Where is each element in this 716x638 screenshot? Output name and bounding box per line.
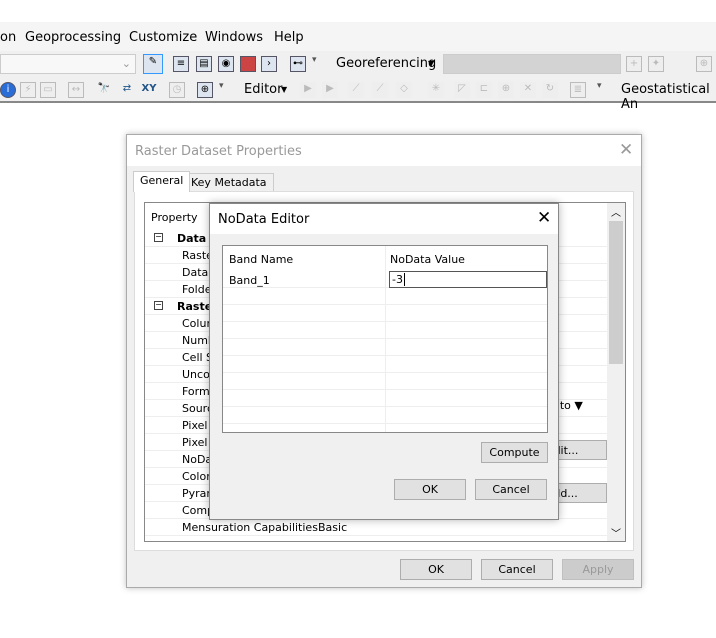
search-window-icon[interactable]: ◉ xyxy=(218,56,234,72)
toolbar-grip[interactable]: ▾ xyxy=(312,55,320,73)
find-icon[interactable]: 🔭 xyxy=(96,82,112,98)
editor-menu[interactable]: Editor xyxy=(244,82,282,97)
scroll-up-icon[interactable]: ︿ xyxy=(611,204,621,219)
nodata-editor-dialog: NoData Editor ✕ Band Name NoData Value B… xyxy=(209,203,559,520)
cut-polygons-icon[interactable]: ⊕ xyxy=(498,82,514,98)
toolbar-grip[interactable]: ▾ xyxy=(597,81,605,99)
close-icon[interactable]: ✕ xyxy=(537,210,551,227)
edit-vertices-icon[interactable]: ◸ xyxy=(454,82,470,98)
vertical-scrollbar[interactable]: ︿ ﹀ xyxy=(607,203,625,541)
auto-adjust-icon[interactable]: ✦ xyxy=(648,56,664,72)
zoom-icon[interactable]: ⊕ xyxy=(696,56,712,72)
ok-button[interactable]: OK xyxy=(400,559,472,580)
scale-combo[interactable]: ⌄ xyxy=(0,54,136,74)
hyperlink-icon[interactable]: ⚡ xyxy=(20,82,36,98)
nodata-value-header: NoData Value xyxy=(390,253,465,266)
tab-key-metadata[interactable]: Key Metadata xyxy=(184,173,274,192)
nodata-value-text: -3 xyxy=(392,273,403,286)
add-control-points-icon[interactable]: + xyxy=(626,56,642,72)
goto-xy-icon[interactable]: XY xyxy=(141,82,157,98)
menu-windows[interactable]: Windows xyxy=(205,30,263,45)
compute-button[interactable]: Compute xyxy=(481,442,548,463)
property-row[interactable]: Mensuration Capabilities Basic xyxy=(145,519,607,536)
editor-ok-button[interactable]: OK xyxy=(394,479,466,500)
georeferencing-menu[interactable]: Georeferencing xyxy=(336,56,436,71)
column-divider xyxy=(385,246,386,432)
table-icon[interactable]: ≡ xyxy=(173,56,189,72)
cancel-button[interactable]: Cancel xyxy=(481,559,553,580)
menu-customize[interactable]: Customize xyxy=(129,30,197,45)
create-viewer-icon[interactable]: ⊕ xyxy=(197,82,213,98)
menu-partial[interactable]: on xyxy=(0,30,16,45)
model-builder-icon[interactable]: ⊷ xyxy=(290,56,306,72)
endpoint-arc-icon[interactable]: ⟋ xyxy=(372,82,388,98)
collapse-icon[interactable]: − xyxy=(154,233,163,242)
scrollbar-thumb[interactable] xyxy=(609,221,623,364)
python-icon[interactable]: › xyxy=(261,56,277,72)
measure-icon[interactable]: ↔ xyxy=(68,82,84,98)
edit-tool-icon[interactable]: ✎ xyxy=(143,54,163,74)
property-name: Raste xyxy=(177,300,213,313)
route-icon[interactable]: ⇄ xyxy=(119,82,135,98)
layer-combo[interactable] xyxy=(443,54,621,74)
split-icon[interactable]: ✕ xyxy=(520,82,536,98)
edit-annotation-icon[interactable]: ▶ xyxy=(322,82,338,98)
toolbar-row-1: ⌄ ✎ ≡ ▤ ◉ › ⊷ ▾ Georeferencing ▼ + ✦ ⊕ xyxy=(0,51,716,77)
editor-cancel-button[interactable]: Cancel xyxy=(475,479,547,500)
nodata-value-input[interactable]: -3 xyxy=(389,271,547,288)
band-name-cell: Band_1 xyxy=(229,274,270,287)
html-popup-icon[interactable]: ▭ xyxy=(40,82,56,98)
band-name-header: Band Name xyxy=(229,253,294,266)
scroll-down-icon[interactable]: ﹀ xyxy=(611,525,621,540)
rotate-icon[interactable]: ↻ xyxy=(542,82,558,98)
reshape-icon[interactable]: ⊏ xyxy=(476,82,492,98)
property-header: Property xyxy=(151,211,198,224)
dialog-title: Raster Dataset Properties xyxy=(127,135,641,166)
menu-bar: on Geoprocessing Customize Windows Help xyxy=(0,22,716,52)
close-icon[interactable]: ✕ xyxy=(619,142,633,159)
toolbar-row-2: i ⚡ ▭ ↔ 🔭 ⇄ XY ◷ ⊕ ▾ Editor ▼ ▶ ▶ ⟋ ⟋ ◇ … xyxy=(0,77,716,112)
apply-button[interactable]: Apply xyxy=(562,559,634,580)
property-value: Basic xyxy=(318,521,348,534)
menu-geoprocessing[interactable]: Geoprocessing xyxy=(25,30,121,45)
attributes-icon[interactable]: ≣ xyxy=(570,82,586,98)
tab-general[interactable]: General xyxy=(133,171,191,192)
text-cursor xyxy=(403,273,405,286)
geostatistical-menu[interactable]: Geostatistical An xyxy=(621,82,716,112)
menu-help[interactable]: Help xyxy=(274,30,304,45)
editor-title: NoData Editor xyxy=(210,204,558,234)
point-icon[interactable]: ✳ xyxy=(428,82,444,98)
toolbar-grip[interactable]: ▾ xyxy=(219,81,227,99)
arctoolbox-icon[interactable] xyxy=(240,56,256,72)
trace-icon[interactable]: ◇ xyxy=(396,82,412,98)
nodata-grid: Band Name NoData Value Band_1 -3 xyxy=(222,245,548,433)
identify-icon[interactable]: i xyxy=(0,82,16,98)
collapse-icon[interactable]: − xyxy=(154,301,163,310)
property-name: Mensuration Capabilities xyxy=(182,521,318,534)
straight-segment-icon[interactable]: ⟋ xyxy=(348,82,364,98)
time-slider-icon[interactable]: ◷ xyxy=(169,82,185,98)
dropdown-arrow-icon: ▼ xyxy=(428,59,435,68)
catalog-icon[interactable]: ▤ xyxy=(196,56,212,72)
dropdown-arrow-icon: ▼ xyxy=(281,85,288,94)
edit-tool-icon[interactable]: ▶ xyxy=(300,82,316,98)
